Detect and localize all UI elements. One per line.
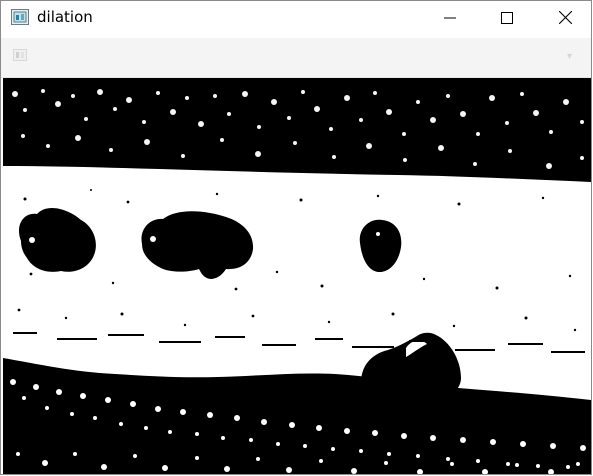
minimize-icon <box>444 17 456 18</box>
dilation-image <box>3 78 591 474</box>
title-bar[interactable]: dilation <box>1 1 591 34</box>
toolbar-image-icon[interactable] <box>13 49 27 61</box>
toolbar: ▾ <box>1 38 591 78</box>
maximize-icon <box>501 11 513 24</box>
chevron-down-icon[interactable]: ▾ <box>567 51 572 62</box>
app-window: dilation ▾ <box>0 0 592 475</box>
maximize-button[interactable] <box>479 1 535 34</box>
window-title: dilation <box>37 8 93 26</box>
close-button[interactable] <box>537 1 593 34</box>
minimize-button[interactable] <box>422 1 478 34</box>
app-icon <box>11 9 29 25</box>
close-icon <box>558 11 572 24</box>
